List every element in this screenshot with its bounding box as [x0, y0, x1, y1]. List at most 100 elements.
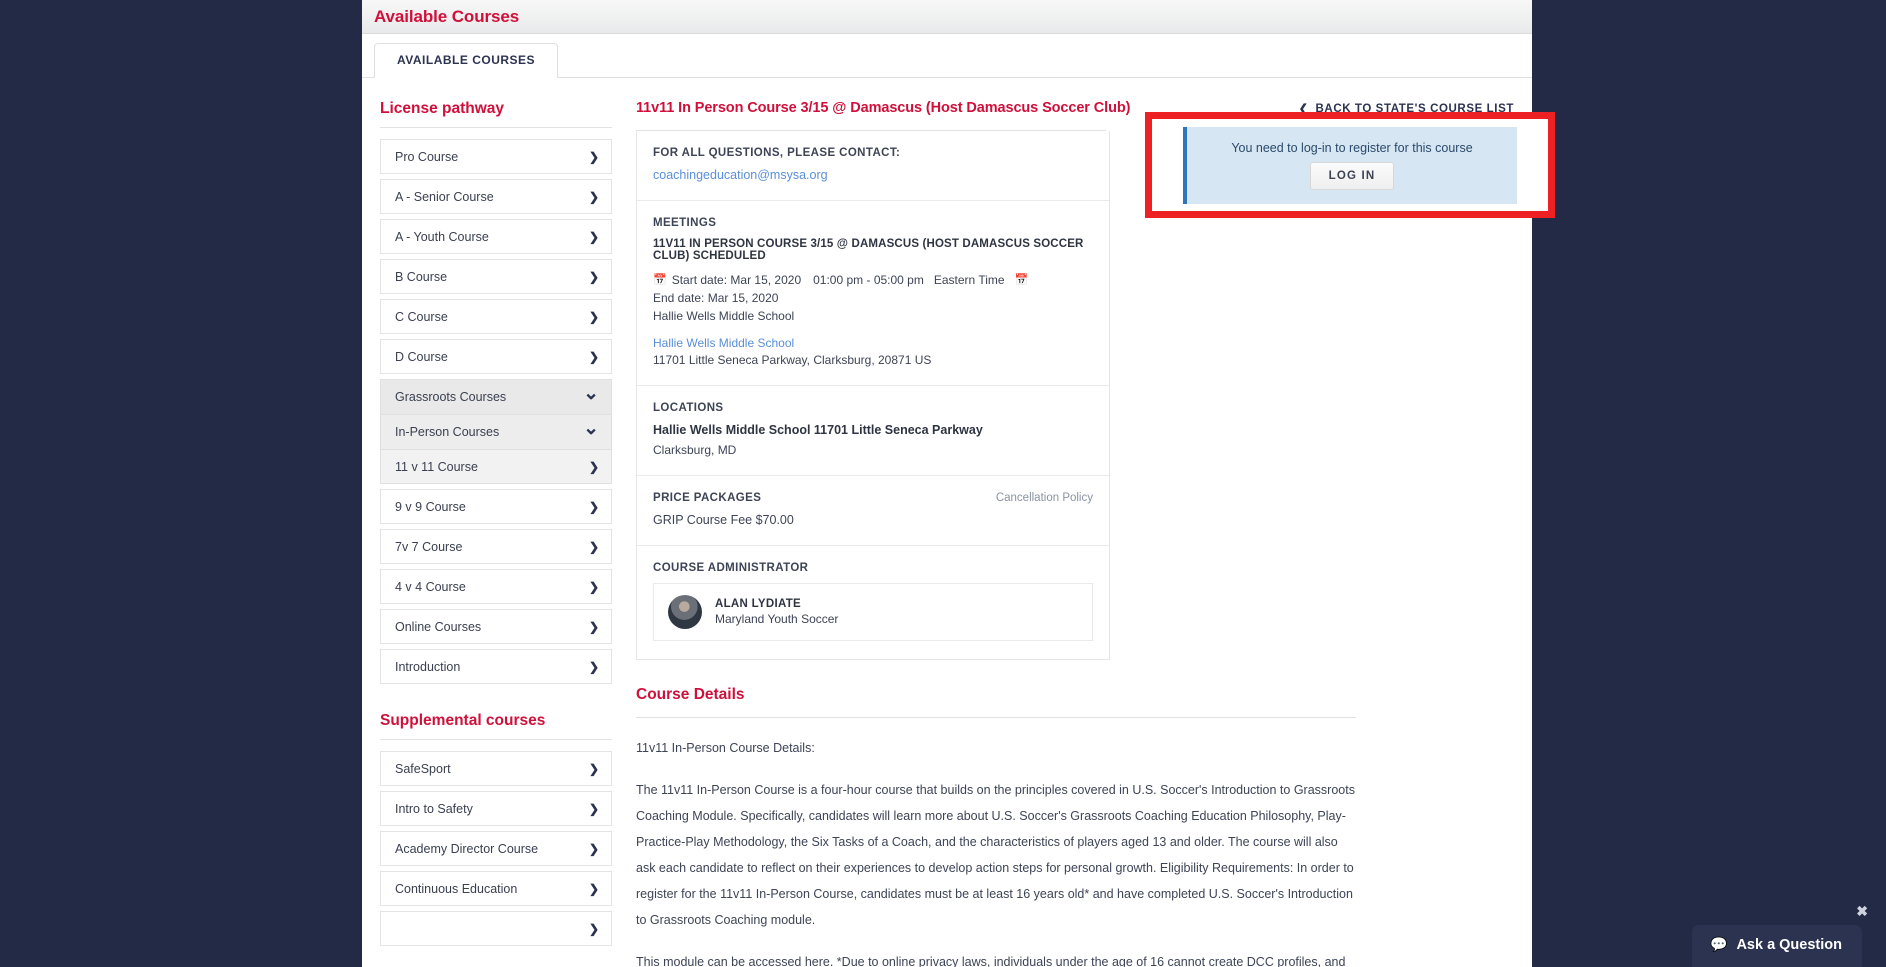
meeting-time-range: 01:00 pm - 05:00 pm	[813, 273, 924, 287]
chevron-right-icon	[589, 881, 599, 896]
login-required-message: You need to log-in to register for this …	[1231, 140, 1473, 155]
sidebar-item-b-course[interactable]: B Course	[380, 259, 612, 294]
meeting-venue-line: Hallie Wells Middle School	[653, 309, 795, 323]
divider	[380, 127, 612, 128]
tab-available-courses[interactable]: AVAILABLE COURSES	[374, 43, 559, 78]
course-details-section: Course Details 11v11 In-Person Course De…	[636, 686, 1356, 967]
sidebar-item-label: 7v 7 Course	[395, 539, 463, 554]
administrator-info: ALAN LYDIATE Maryland Youth Soccer	[715, 598, 838, 626]
chevron-right-icon	[589, 229, 599, 244]
locations-section: LOCATIONS Hallie Wells Middle School 117…	[637, 386, 1109, 476]
sidebar-item-pro-course[interactable]: Pro Course	[380, 139, 612, 174]
sidebar-heading-supplemental-courses: Supplemental courses	[380, 712, 546, 729]
sidebar-item-label: A - Senior Course	[395, 189, 494, 204]
sidebar-item-label: Online Courses	[395, 619, 482, 634]
sidebar-item-in-person-courses[interactable]: In-Person Courses	[380, 414, 612, 449]
sidebar-heading-license-pathway: License pathway	[380, 100, 505, 117]
sidebar-item-4v4-course[interactable]: 4 v 4 Course	[380, 569, 612, 604]
meeting-start-date: Start date: Mar 15, 2020	[671, 273, 802, 287]
chevron-right-icon	[589, 801, 599, 816]
chevron-right-icon	[589, 619, 599, 634]
sidebar-item-label: 9 v 9 Course	[395, 499, 466, 514]
course-detail-panel: 11v11 In Person Course 3/15 @ Damascus (…	[612, 100, 1514, 967]
sidebar-item-label: Pro Course	[395, 149, 459, 164]
meeting-end-date: End date: Mar 15, 2020	[653, 291, 779, 305]
chevron-right-icon	[589, 189, 599, 204]
sidebar: License pathway Pro Course A - Senior Co…	[380, 100, 612, 967]
calendar-icon: 📅	[1014, 274, 1029, 286]
chevron-right-icon	[589, 659, 599, 674]
locations-label: LOCATIONS	[653, 402, 724, 414]
ask-a-question-button[interactable]: 💬 Ask a Question	[1692, 925, 1862, 967]
close-icon[interactable]: ✖	[1856, 903, 1868, 920]
log-in-button[interactable]: LOG IN	[1309, 161, 1395, 190]
sidebar-item-label: Intro to Safety	[395, 801, 473, 816]
login-info-box: You need to log-in to register for this …	[1183, 126, 1517, 204]
calendar-icon: 📅	[653, 274, 667, 286]
sidebar-item-label: Continuous Education	[395, 881, 518, 896]
course-administrator-section: COURSE ADMINISTRATOR ALAN LYDIATE Maryla…	[637, 546, 1109, 659]
sidebar-item-partial[interactable]	[380, 911, 612, 946]
sidebar-item-a-youth-course[interactable]: A - Youth Course	[380, 219, 612, 254]
price-fee-line: GRIP Course Fee $70.00	[653, 513, 794, 527]
sidebar-item-safesport[interactable]: SafeSport	[380, 751, 612, 786]
chevron-right-icon	[589, 349, 599, 364]
tab-strip: AVAILABLE COURSES	[362, 34, 1532, 78]
course-details-paragraph: The 11v11 In-Person Course is a four-hou…	[636, 783, 1355, 927]
sidebar-item-label: C Course	[395, 309, 448, 324]
page-header: Available Courses	[362, 0, 1532, 34]
course-info-card: FOR ALL QUESTIONS, PLEASE CONTACT: coach…	[636, 131, 1110, 660]
sidebar-item-a-senior-course[interactable]: A - Senior Course	[380, 179, 612, 214]
sidebar-item-c-course[interactable]: C Course	[380, 299, 612, 334]
chevron-right-icon	[589, 269, 599, 284]
meeting-title: 11V11 IN PERSON COURSE 3/15 @ DAMASCUS (…	[653, 238, 1084, 262]
course-administrator-label: COURSE ADMINISTRATOR	[653, 562, 809, 574]
location-city: Clarksburg, MD	[653, 443, 737, 457]
contact-email-link[interactable]: coachingeducation@msysa.org	[653, 168, 1093, 182]
sidebar-item-d-course[interactable]: D Course	[380, 339, 612, 374]
chevron-down-icon	[583, 388, 599, 407]
chevron-right-icon	[589, 499, 599, 514]
back-to-state-course-list-link[interactable]: BACK TO STATE'S COURSE LIST	[1299, 102, 1514, 115]
chevron-right-icon	[589, 309, 599, 324]
cancellation-policy-link[interactable]: Cancellation Policy	[996, 492, 1093, 504]
sidebar-item-label: B Course	[395, 269, 448, 284]
meeting-venue-link[interactable]: Hallie Wells Middle School	[653, 336, 1093, 350]
chevron-down-icon	[583, 423, 599, 442]
divider	[636, 717, 1356, 718]
sidebar-item-online-courses[interactable]: Online Courses	[380, 609, 612, 644]
chevron-right-icon	[589, 921, 599, 936]
sidebar-item-label: Grassroots Courses	[395, 390, 507, 404]
login-callout-panel: You need to log-in to register for this …	[1152, 119, 1548, 211]
app-root: Available Courses AVAILABLE COURSES Lice…	[0, 0, 1886, 967]
page-title: Available Courses	[374, 6, 520, 26]
sidebar-item-grassroots-courses[interactable]: Grassroots Courses	[380, 379, 612, 414]
ask-a-question-label: Ask a Question	[1736, 936, 1842, 953]
sidebar-item-label: SafeSport	[395, 761, 451, 776]
sidebar-item-label: In-Person Courses	[395, 425, 500, 439]
sidebar-item-label: 4 v 4 Course	[395, 579, 466, 594]
chevron-right-icon	[589, 459, 599, 474]
sidebar-item-intro-to-safety[interactable]: Intro to Safety	[380, 791, 612, 826]
sidebar-item-introduction[interactable]: Introduction	[380, 649, 612, 684]
sidebar-item-11v11-course[interactable]: 11 v 11 Course	[380, 449, 612, 484]
chevron-right-icon	[589, 149, 599, 164]
contact-section: FOR ALL QUESTIONS, PLEASE CONTACT: coach…	[637, 131, 1109, 201]
meeting-timezone: Eastern Time	[933, 273, 1005, 287]
content-columns: License pathway Pro Course A - Senior Co…	[362, 78, 1532, 967]
ask-a-question-widget: ✖ 💬 Ask a Question	[1692, 903, 1868, 967]
chevron-right-icon	[589, 579, 599, 594]
sidebar-item-label: Introduction	[395, 659, 461, 674]
administrator-card[interactable]: ALAN LYDIATE Maryland Youth Soccer	[653, 583, 1093, 641]
divider	[380, 739, 612, 740]
chevron-left-icon	[1299, 102, 1309, 115]
meetings-label: MEETINGS	[653, 217, 717, 229]
sidebar-item-continuous-education[interactable]: Continuous Education	[380, 871, 612, 906]
meetings-section: MEETINGS 11V11 IN PERSON COURSE 3/15 @ D…	[637, 201, 1109, 386]
sidebar-item-academy-director-course[interactable]: Academy Director Course	[380, 831, 612, 866]
course-details-paragraph: 11v11 In-Person Course Details:	[636, 741, 815, 755]
chevron-right-icon	[589, 539, 599, 554]
sidebar-item-7v7-course[interactable]: 7v 7 Course	[380, 529, 612, 564]
sidebar-item-9v9-course[interactable]: 9 v 9 Course	[380, 489, 612, 524]
